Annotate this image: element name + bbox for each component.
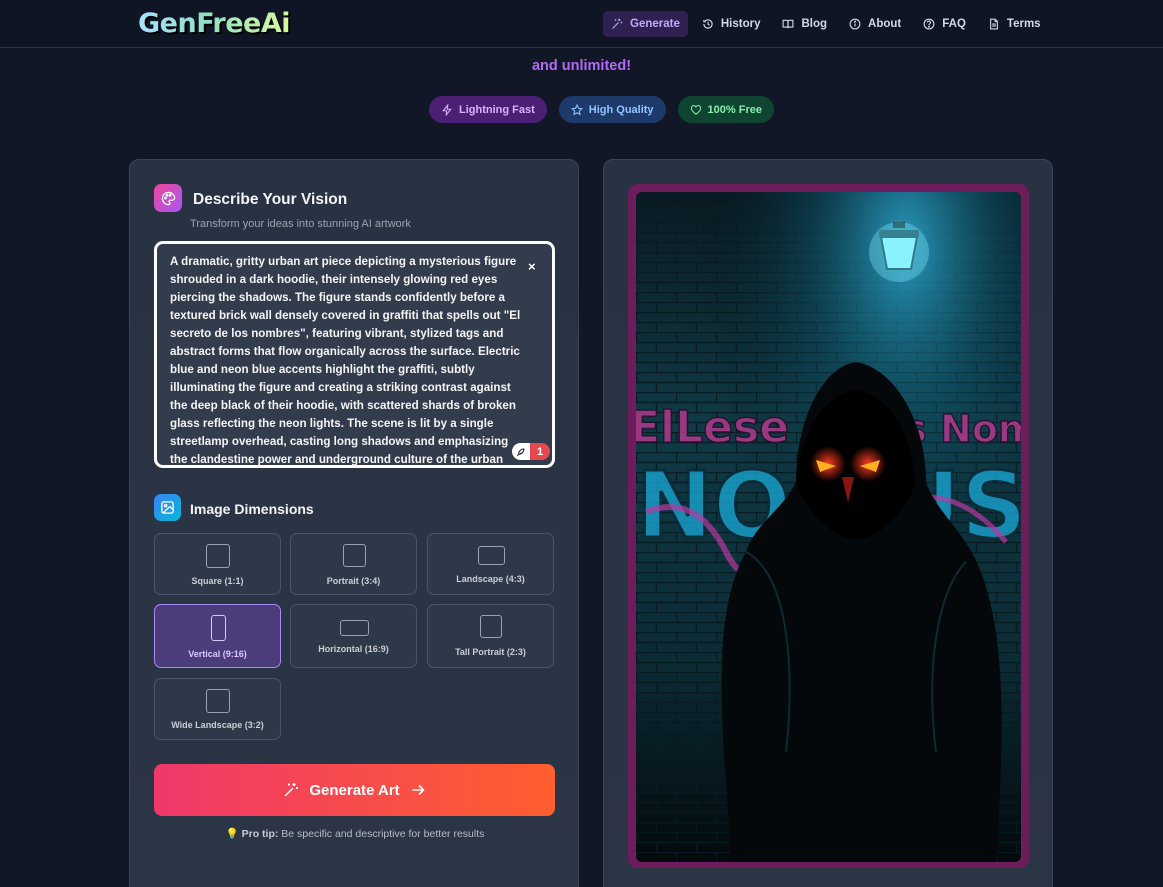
ratio-label: Portrait (3:4): [326, 576, 381, 586]
nav-item-generate[interactable]: Generate: [603, 11, 688, 37]
nav-item-label: Blog: [801, 18, 828, 30]
nav-item-label: FAQ: [942, 18, 966, 30]
ratio-label: Wide Landscape (3:2): [171, 720, 264, 730]
feature-badges: Lightning Fast High Quality 100% Free: [429, 96, 774, 123]
magic-wand-icon: [284, 783, 299, 797]
badge-high-quality: High Quality: [558, 96, 666, 123]
horizontal-shape-icon: [340, 620, 369, 636]
magic-wand-icon: [612, 18, 623, 29]
badge-label: High Quality: [588, 103, 654, 116]
badge-free: 100% Free: [677, 96, 774, 123]
ratio-label: Square (1:1): [191, 576, 244, 586]
generated-image-frame: ElLese ts Nom NOS US: [628, 184, 1029, 868]
grammar-badge[interactable]: 1: [512, 443, 550, 460]
info-icon: [849, 18, 861, 30]
book-icon: [783, 19, 794, 29]
vision-subtitle: Transform your ideas into stunning AI ar…: [190, 218, 411, 230]
document-icon: [989, 18, 998, 30]
nav-item-label: History: [720, 18, 761, 30]
image-icon: [154, 494, 181, 521]
nav-item-history[interactable]: History: [694, 11, 769, 37]
badge-label: 100% Free: [707, 103, 762, 116]
help-circle-icon: [923, 18, 935, 30]
ratio-label: Vertical (9:16): [188, 649, 247, 659]
lightbulb-icon: 💡: [225, 828, 239, 840]
top-nav: GenFreeAi Generate History Blog About FA…: [0, 0, 1163, 48]
ratio-portrait[interactable]: Portrait (3:4): [290, 533, 417, 595]
star-icon: [570, 103, 583, 115]
badge-lightning-fast: Lightning Fast: [429, 96, 547, 123]
tip-text: Be specific and descriptive for better r…: [278, 828, 485, 840]
ratio-square[interactable]: Square (1:1): [154, 533, 281, 595]
result-panel: ElLese ts Nom NOS US: [603, 159, 1053, 887]
heart-icon: [690, 104, 701, 115]
prompt-text: A dramatic, gritty urban art piece depic…: [170, 255, 521, 466]
ratio-landscape[interactable]: Landscape (4:3): [427, 533, 554, 595]
ratio-label: Landscape (4:3): [456, 574, 525, 584]
feather-icon: [512, 443, 530, 460]
ratio-wide-landscape[interactable]: Wide Landscape (3:2): [154, 678, 281, 740]
pro-tip: 💡 Pro tip: Be specific and descriptive f…: [130, 827, 580, 840]
issue-count: 1: [530, 443, 550, 460]
hero-subtitle: and unlimited!: [531, 58, 632, 74]
nav-item-blog[interactable]: Blog: [774, 11, 835, 37]
prompt-textarea[interactable]: A dramatic, gritty urban art piece depic…: [154, 241, 555, 468]
vision-title: Describe Your Vision: [193, 191, 348, 208]
dimensions-title: Image Dimensions: [190, 501, 314, 517]
ratio-horizontal[interactable]: Horizontal (16:9): [290, 604, 417, 668]
generate-label: Generate Art: [309, 781, 400, 799]
palette-icon: [154, 184, 182, 212]
nav-item-label: Terms: [1006, 18, 1041, 30]
generated-image[interactable]: ElLese ts Nom NOS US: [636, 192, 1021, 862]
prompt-panel: Describe Your Vision Transform your idea…: [129, 159, 579, 887]
badge-label: Lightning Fast: [459, 103, 535, 116]
lightning-icon: [442, 103, 452, 116]
ratio-label: Tall Portrait (2:3): [455, 647, 526, 657]
nav-item-label: About: [868, 18, 902, 30]
wide-landscape-shape-icon: [206, 689, 230, 713]
vertical-shape-icon: [211, 615, 226, 641]
nav-links: Generate History Blog About FAQ Terms: [603, 11, 1055, 37]
portrait-shape-icon: [343, 544, 366, 567]
generate-art-button[interactable]: Generate Art: [154, 764, 555, 816]
arrow-right-icon: [412, 784, 425, 796]
ratio-vertical[interactable]: Vertical (9:16): [154, 604, 281, 668]
history-icon: [703, 19, 713, 29]
nav-item-terms[interactable]: Terms: [980, 11, 1049, 37]
nav-item-about[interactable]: About: [841, 11, 909, 37]
svg-text:ElLese: ElLese: [636, 402, 789, 453]
tip-prefix: Pro tip:: [241, 828, 279, 840]
nav-item-label: Generate: [630, 18, 680, 30]
nav-item-faq[interactable]: FAQ: [915, 11, 974, 37]
landscape-shape-icon: [478, 546, 505, 565]
ratio-tall-portrait[interactable]: Tall Portrait (2:3): [427, 604, 554, 668]
ratio-label: Horizontal (16:9): [318, 644, 389, 654]
clear-prompt-button[interactable]: ×: [528, 260, 536, 274]
tall-portrait-shape-icon: [480, 615, 502, 638]
logo[interactable]: GenFreeAi: [138, 8, 291, 39]
square-shape-icon: [206, 544, 230, 568]
